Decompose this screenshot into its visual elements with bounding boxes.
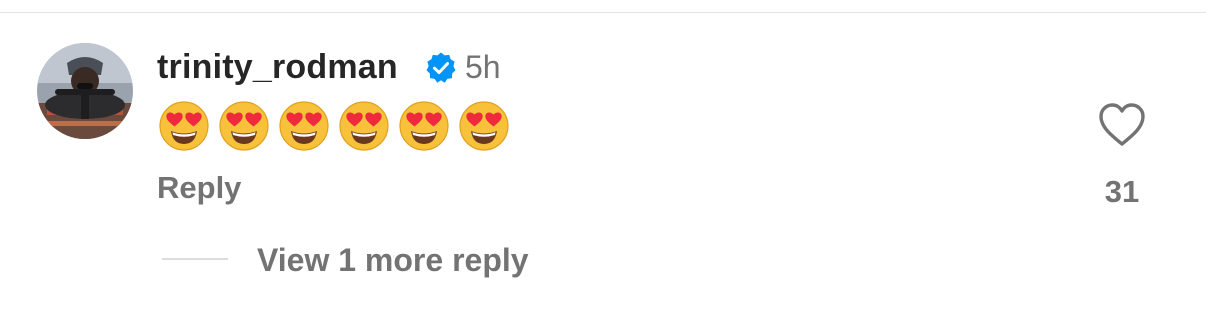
heart-eyes-emoji bbox=[158, 100, 210, 152]
comment-username[interactable]: trinity_rodman bbox=[157, 46, 398, 88]
replies-divider-line bbox=[162, 258, 228, 260]
heart-eyes-emoji bbox=[338, 100, 390, 152]
heart-eyes-emoji bbox=[218, 100, 270, 152]
heart-eyes-emoji bbox=[398, 100, 450, 152]
heart-eyes-emoji bbox=[278, 100, 330, 152]
top-divider bbox=[0, 12, 1206, 13]
comment-timestamp: 5h bbox=[465, 49, 501, 85]
like-count: 31 bbox=[1104, 174, 1140, 209]
verified-badge-icon bbox=[424, 51, 458, 85]
comment-text bbox=[158, 100, 518, 154]
avatar[interactable] bbox=[37, 43, 133, 139]
heart-eyes-emoji bbox=[458, 100, 510, 152]
view-more-replies-button[interactable]: View 1 more reply bbox=[257, 240, 529, 280]
avatar-image bbox=[37, 43, 133, 139]
heart-outline-icon[interactable] bbox=[1096, 100, 1148, 150]
reply-button[interactable]: Reply bbox=[157, 168, 241, 208]
